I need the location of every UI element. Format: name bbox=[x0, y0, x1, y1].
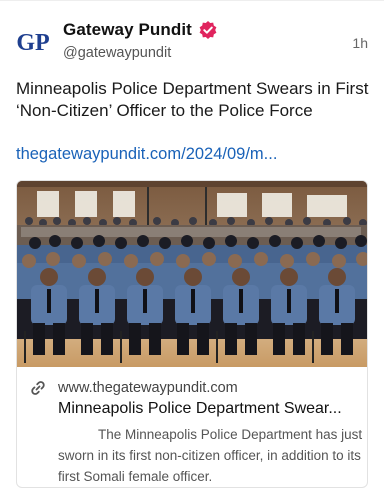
link-description: The Minneapolis Police Department has ju… bbox=[58, 427, 363, 484]
link-preview-card[interactable]: www.thegatewaypundit.com Minneapolis Pol… bbox=[16, 180, 368, 488]
link-preview-image[interactable] bbox=[17, 181, 367, 367]
post-timestamp[interactable]: 1h bbox=[352, 35, 368, 51]
link-title[interactable]: Minneapolis Police Department Swear... bbox=[58, 400, 364, 418]
link-preview-body[interactable]: www.thegatewaypundit.com Minneapolis Pol… bbox=[17, 367, 367, 487]
author-handle[interactable]: @gatewaypundit bbox=[63, 45, 171, 61]
link-domain: www.thegatewaypundit.com bbox=[58, 380, 238, 396]
link-chain-icon bbox=[29, 379, 47, 397]
author-name[interactable]: Gateway Pundit bbox=[63, 20, 192, 40]
post-link[interactable]: thegatewaypundit.com/2024/09/m... bbox=[16, 145, 370, 164]
avatar-text: GP bbox=[16, 30, 49, 56]
avatar[interactable]: GP bbox=[16, 24, 50, 58]
top-divider bbox=[0, 0, 384, 1]
post-text: Minneapolis Police Department Swears in … bbox=[16, 79, 369, 120]
post-header: GP Gateway Pundit @gatewaypundit 1h bbox=[16, 18, 370, 68]
verified-badge-icon bbox=[198, 20, 218, 40]
